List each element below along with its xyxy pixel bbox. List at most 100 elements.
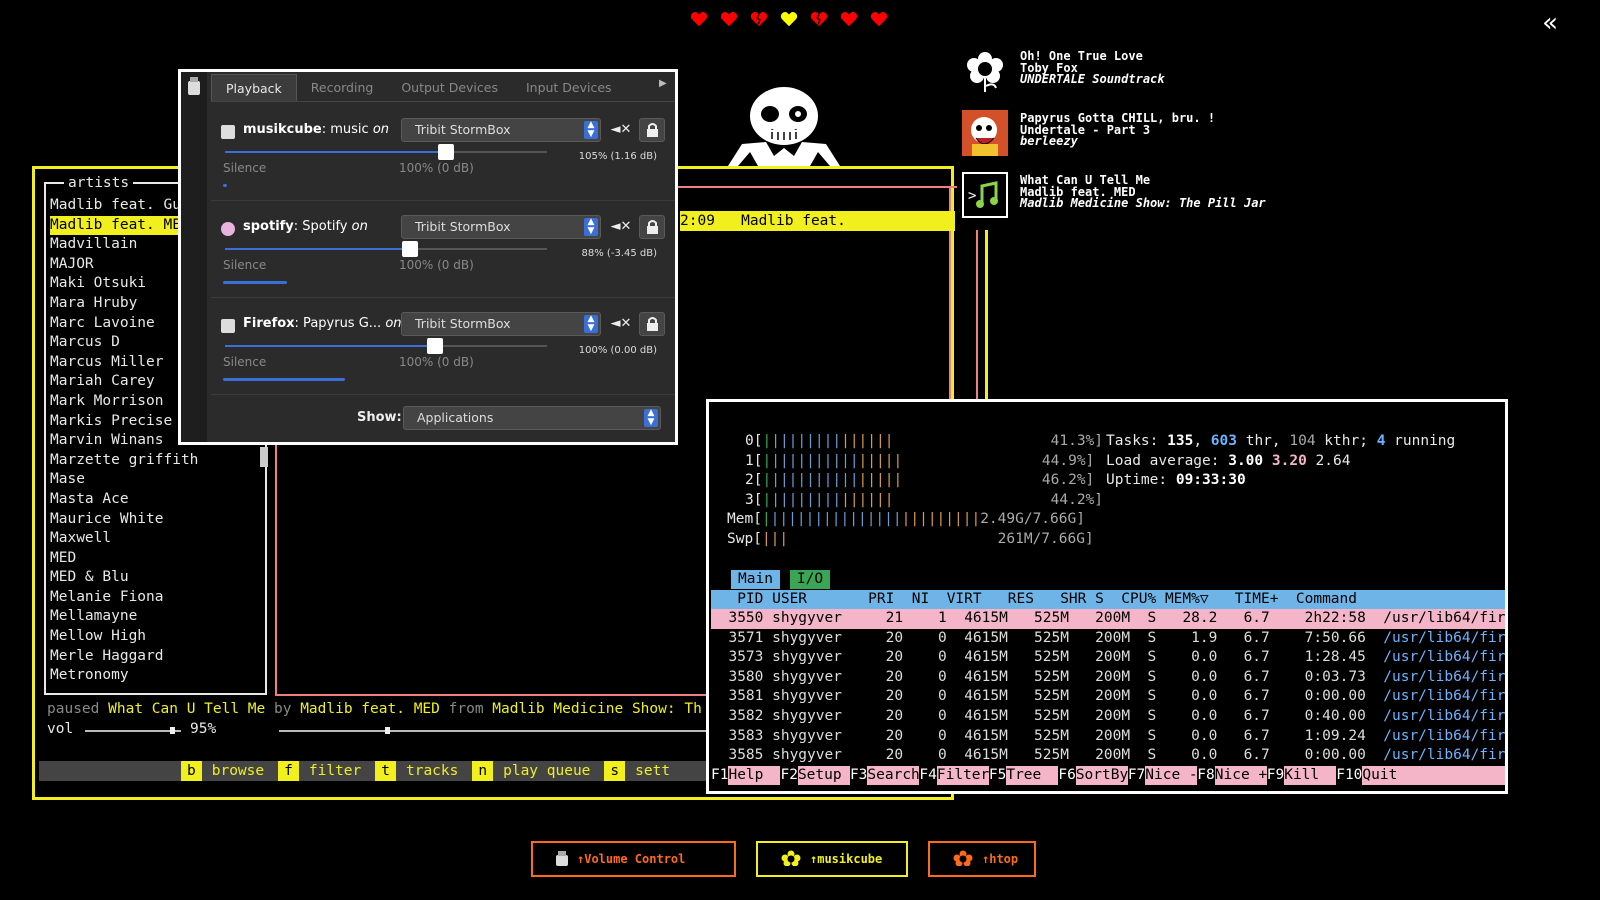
volume-slider[interactable] [225,338,547,354]
recent-track-item[interactable]: Papyrus Gotta CHILL, bru. ! Undertale - P… [962,110,1432,162]
recent-track-item[interactable]: Oh! One True Love Toby Fox UNDERTALE Sound… [962,48,1432,100]
process-row[interactable]: 3571 shygyver 20 0 4615M 525M 200M S 1.9… [711,629,1505,649]
artists-scrollbar[interactable] [260,447,268,467]
mem-meter: Mem[|||||||||||||||||||||||||2.49G/7.66G… [727,511,1085,528]
uptime: Uptime: 09:33:30 [1106,471,1246,491]
fkey-nice-button[interactable]: Nice + [1214,766,1267,785]
volume-percent: 88% (-3.45 dB) [581,248,657,259]
volume-slider-thumb[interactable] [427,338,443,354]
process-row[interactable]: 3583 shygyver 20 0 4615M 525M 200M S 0.0… [711,727,1505,747]
fkey-nice-button[interactable]: Nice - [1145,766,1198,785]
fkey-setup-button[interactable]: Setup [797,766,850,785]
process-row[interactable]: 3573 shygyver 20 0 4615M 525M 200M S 0.0… [711,648,1505,668]
artist-item[interactable]: Mellamayne [50,607,266,627]
artist-item[interactable]: MED & Blu [50,568,266,588]
stream-state: on [385,316,402,331]
proc-pid: 3550 [711,610,764,626]
shortcut-key: f [278,761,299,781]
fkey-sortby-button[interactable]: SortBy [1075,766,1128,785]
artist-item[interactable]: Melanie Fiona [50,588,266,608]
fkey-tree-button[interactable]: Tree [1006,766,1059,785]
show-select-value: Applications [417,410,494,425]
artist-item[interactable]: MED [50,549,266,569]
shortcut-filter[interactable]: filter [299,761,375,781]
swap-label: Swp [727,531,754,547]
fkey-filter-button[interactable]: Filter [936,766,989,785]
htop-window[interactable]: 0[||||||||||||||| 41.3%] 1[||||||||||||||… [706,399,1508,794]
process-table-header[interactable]: PID USER PRI NI VIRT RES SHR S CPU% MEM%… [711,590,1505,609]
proc-ni: 0 [903,688,947,705]
lock-icon[interactable] [639,118,665,142]
shortcut-sett[interactable]: sett [625,761,684,781]
seek-slider-knob[interactable] [385,727,390,734]
device-select[interactable]: Tribit StormBox ▲ ▼ [401,215,601,239]
volume-control-window[interactable]: Playback Recording Output Devices Input Dev… [178,69,678,445]
volume-percent: 100% (0.00 dB) [578,345,657,356]
fkey-help-button[interactable]: Help [728,766,781,785]
taskbar-volume-control[interactable]: ↑Volume Control [531,841,736,877]
artist-item[interactable]: Maxwell [50,529,266,549]
artist-item[interactable]: Merle Haggard [50,647,266,667]
cpu-percent: 46.2%] [1041,472,1095,489]
tab-recording[interactable]: Recording [297,74,388,101]
device-select[interactable]: Tribit StormBox ▲ ▼ [401,312,601,336]
show-select[interactable]: Applications ▲ ▼ [403,406,661,430]
shortcut-tracks[interactable]: tracks [396,761,472,781]
tab-main[interactable]: Main [731,570,780,589]
artist-item[interactable]: Masta Ace [50,490,266,510]
tabs-scroll-right-icon[interactable]: ▶ [659,78,667,89]
lock-icon[interactable] [639,312,665,336]
process-row[interactable]: 3550 shygyver 21 1 4615M 525M 200M S 28.… [711,609,1505,629]
volume-slider[interactable] [225,144,547,160]
tasks-meter: Tasks: 135, 603 thr, 104 kthr; 4 running [1106,433,1456,449]
tab-input-devices[interactable]: Input Devices [512,74,626,101]
track-row-selected[interactable]: 2:09 Madlib feat. [680,211,955,231]
seek-slider[interactable] [279,730,709,732]
proc-user: shygyver [763,688,869,705]
shortcut-play-queue[interactable]: play queue [493,761,604,781]
fkey-kill-button[interactable]: Kill [1284,766,1337,785]
artist-item[interactable]: Maurice White [50,510,266,530]
taskbar-musikcube[interactable]: ↑musikcube [756,841,908,877]
fkey-search-button[interactable]: Search [867,766,920,785]
volume-slider-thumb[interactable] [438,144,454,160]
recent-track-item[interactable]: > What Can U Tell Me Madlib feat. MED Madli… [962,172,1432,224]
volume-slider-knob[interactable] [170,727,175,734]
device-select[interactable]: Tribit StormBox ▲ ▼ [401,118,601,142]
fkey-quit-button[interactable]: Quit [1362,766,1505,785]
mute-icon[interactable]: ◄✕ [609,215,633,239]
volume-slider[interactable] [85,730,181,732]
artist-item[interactable]: Metronomy [50,666,266,686]
proc-res: 525M [1007,747,1069,764]
tab-playback[interactable]: Playback [211,74,297,101]
shortcut-key: b [181,761,202,781]
proc-virt: 4615M [946,629,1008,646]
process-row[interactable]: 3582 shygyver 20 0 4615M 525M 200M S 0.0… [711,707,1505,727]
proc-pid: 3580 [711,668,764,685]
artist-item[interactable]: Marzette griffith [50,451,266,471]
process-row[interactable]: 3580 shygyver 20 0 4615M 525M 200M S 0.0… [711,668,1505,688]
proc-command: /usr/lib64/firefox/fire [1383,727,1506,744]
process-row[interactable]: 3581 shygyver 20 0 4615M 525M 200M S 0.0… [711,687,1505,707]
cpu-percent: 41.3%] [1050,433,1104,449]
proc-user: shygyver [763,649,869,666]
volume-slider-thumb[interactable] [402,241,418,257]
cpu-id: 2 [745,472,754,489]
process-row[interactable]: 3585 shygyver 20 0 4615M 525M 200M S 0.0… [711,746,1505,766]
tab-io[interactable]: I/O [789,570,831,589]
volume-slider[interactable] [225,241,547,257]
lock-icon[interactable] [639,215,665,239]
artist-item[interactable]: Mase [50,470,266,490]
proc-res: 525M [1007,688,1069,705]
mute-icon[interactable]: ◄✕ [609,118,633,142]
collapse-icon[interactable]: « [1542,8,1558,38]
shortcut-browse[interactable]: browse [202,761,278,781]
artist-item[interactable]: Mellow High [50,627,266,647]
load-5: 3.20 [1271,452,1307,469]
tab-output-devices[interactable]: Output Devices [387,74,512,101]
cpu-id: 0 [745,433,754,449]
taskbar-htop[interactable]: ↑htop [928,841,1036,877]
mute-icon[interactable]: ◄✕ [609,312,633,336]
proc-ni: 0 [903,649,947,666]
tasks-count: 135 [1167,433,1194,449]
